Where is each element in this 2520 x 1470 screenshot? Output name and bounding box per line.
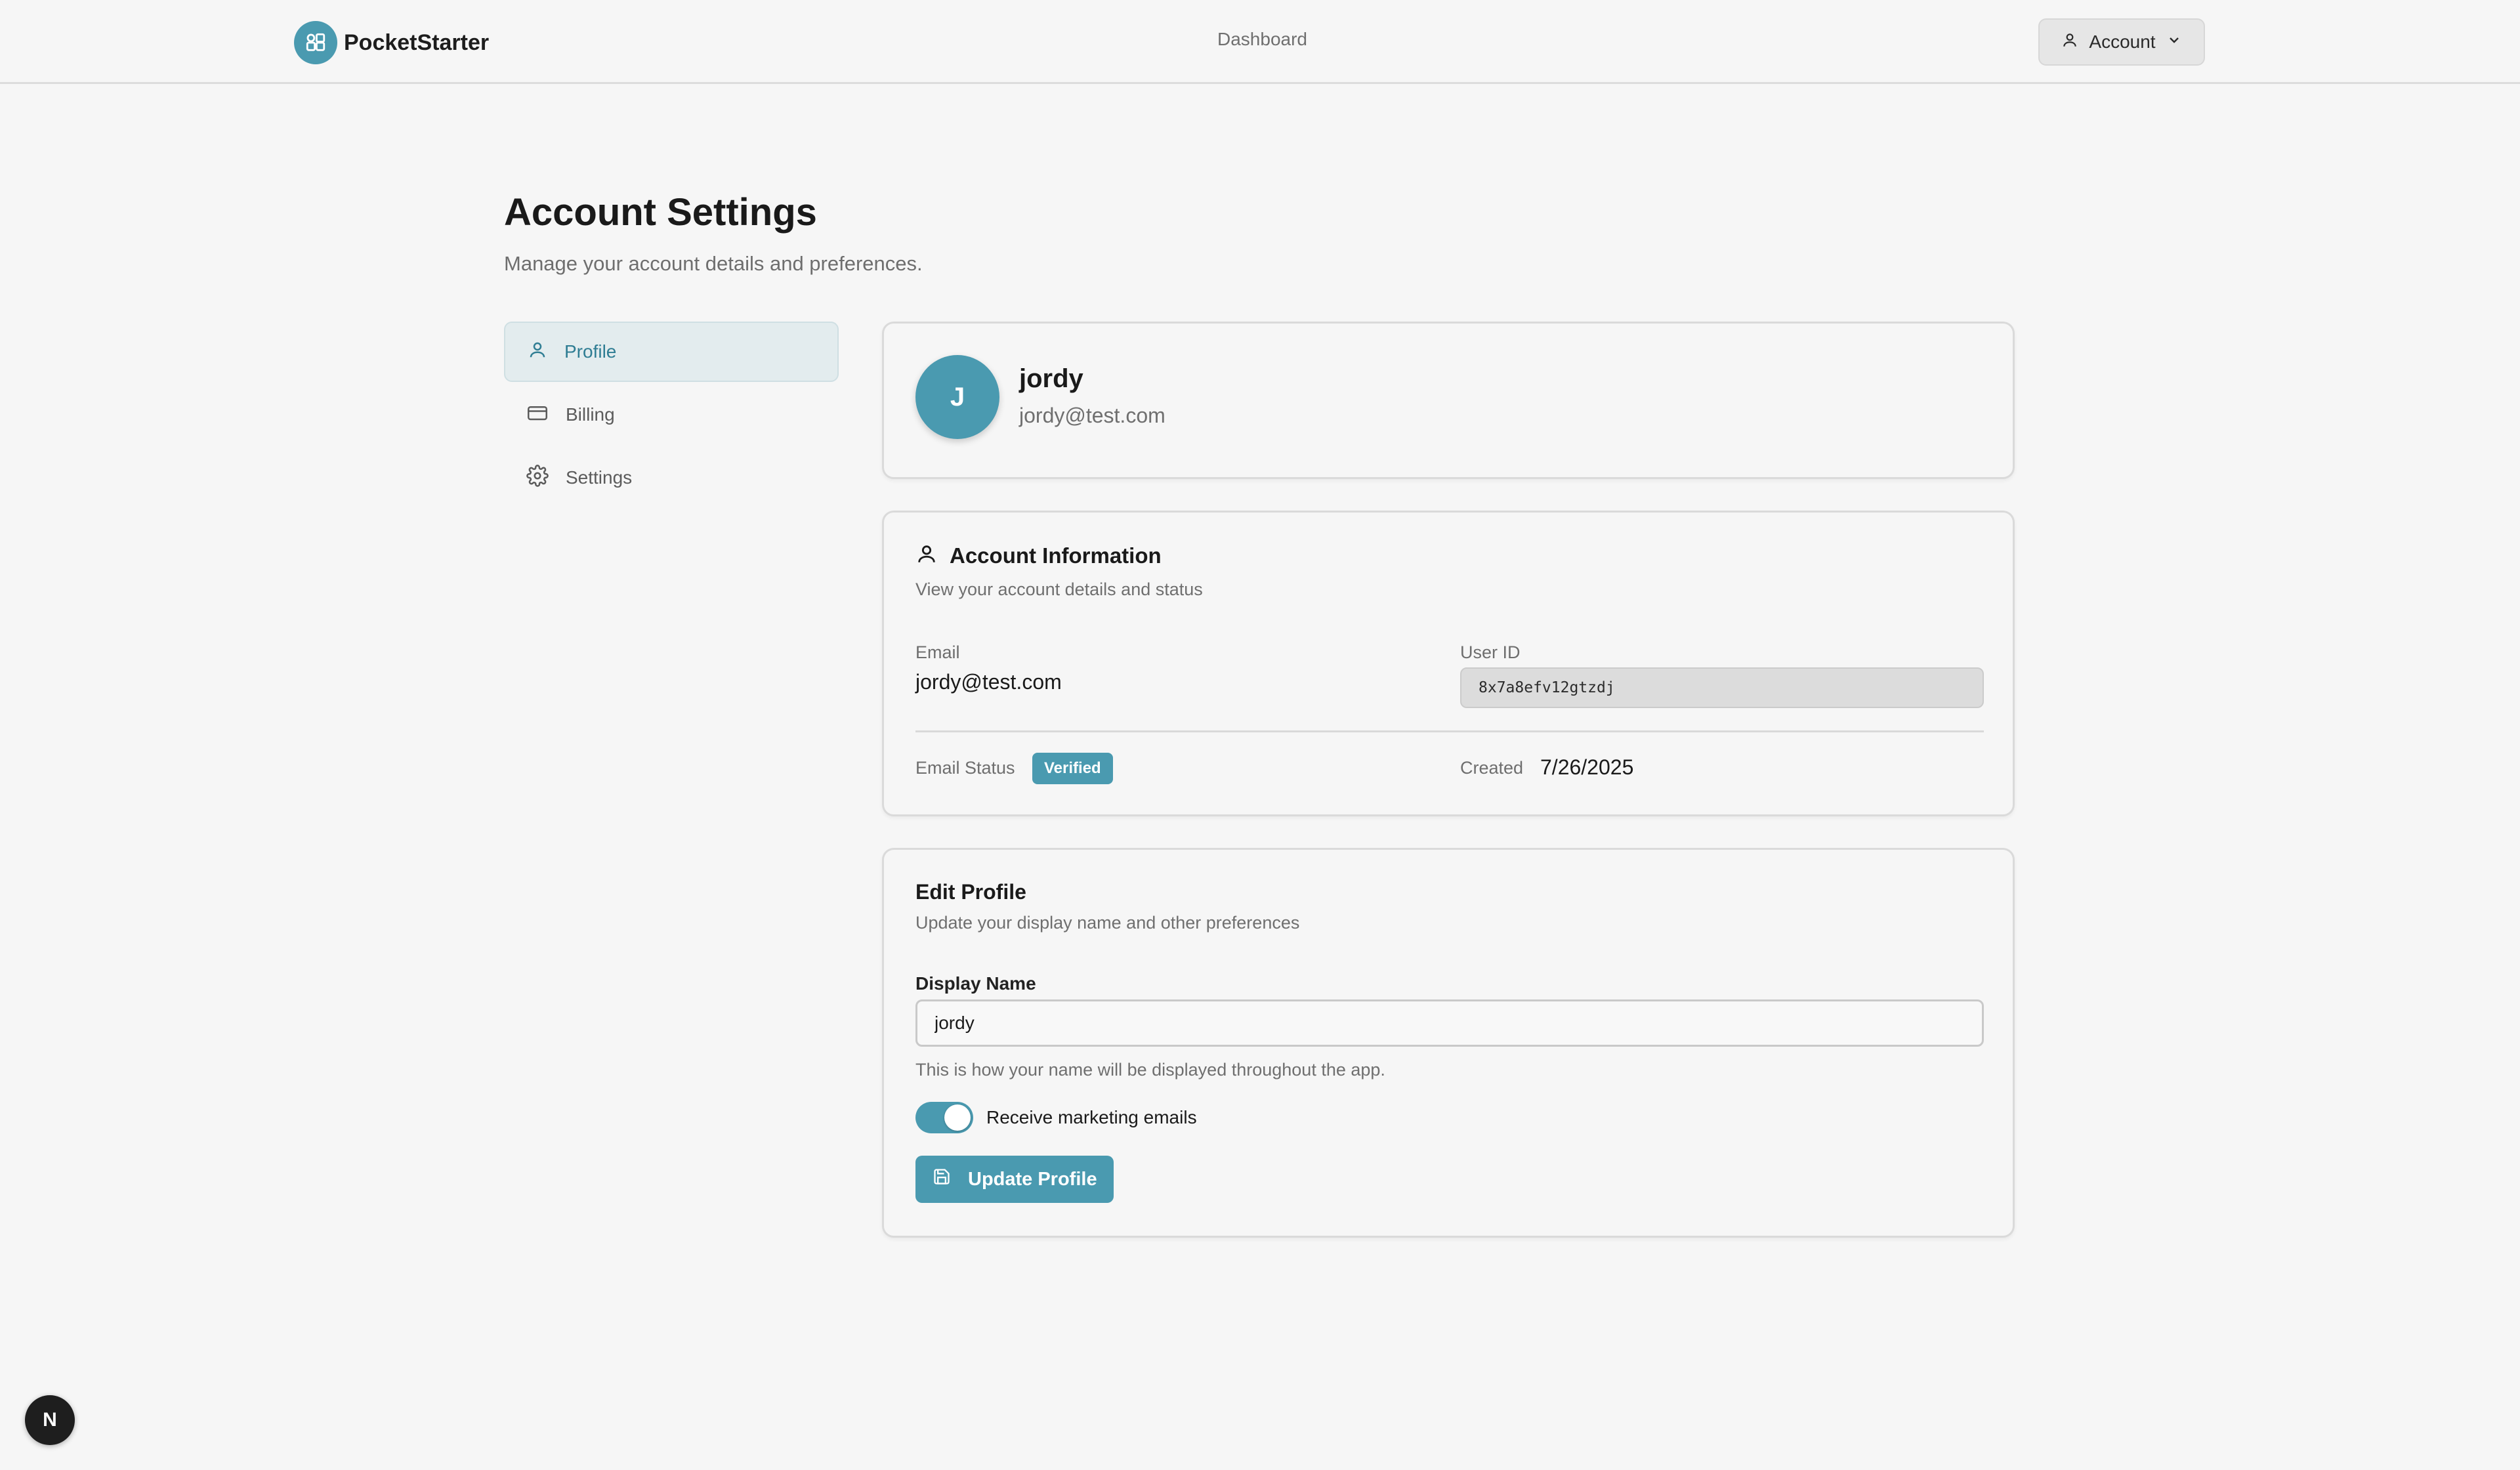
- user-icon: [2061, 32, 2078, 53]
- update-profile-label: Update Profile: [968, 1168, 1097, 1190]
- email-status-label: Email Status: [915, 758, 1015, 778]
- brand-name: PocketStarter: [344, 30, 490, 55]
- email-value: jordy@test.com: [915, 670, 1062, 694]
- sidebar-item-label: Billing: [566, 404, 615, 425]
- section-subtitle: Update your display name and other prefe…: [915, 913, 1300, 933]
- update-profile-button[interactable]: Update Profile: [915, 1156, 1114, 1203]
- marketing-emails-label: Receive marketing emails: [986, 1107, 1197, 1127]
- profile-card: J jordy jordy@test.com: [882, 322, 2015, 479]
- page-subtitle: Manage your account details and preferen…: [504, 252, 923, 275]
- nav-link-dashboard[interactable]: Dashboard: [1217, 29, 1307, 50]
- chevron-down-icon: [2166, 32, 2182, 52]
- sidebar-item-profile[interactable]: Profile: [504, 322, 839, 382]
- created-value: 7/26/2025: [1540, 755, 1634, 779]
- user-id-label: User ID: [1460, 642, 1521, 662]
- sidebar-item-settings[interactable]: Settings: [504, 448, 839, 508]
- user-icon: [528, 340, 547, 364]
- verified-badge: Verified: [1032, 753, 1113, 784]
- display-name-label: Display Name: [915, 973, 1036, 994]
- logo-icon: [294, 21, 337, 64]
- sidebar-item-label: Settings: [566, 467, 633, 488]
- user-id-field[interactable]: 8x7a8efv12gtzdj: [1460, 667, 1984, 708]
- section-header: Account Information: [915, 543, 1162, 568]
- next-dev-badge[interactable]: N: [25, 1395, 75, 1445]
- credit-card-icon: [526, 403, 549, 427]
- email-label: Email: [915, 642, 960, 662]
- marketing-emails-toggle[interactable]: [915, 1102, 973, 1133]
- gear-icon: [526, 464, 549, 492]
- section-title: Edit Profile: [915, 880, 1026, 904]
- brand-logo[interactable]: PocketStarter: [294, 21, 489, 64]
- edit-profile-card: Edit Profile Update your display name an…: [882, 848, 2015, 1238]
- display-name-hint: This is how your name will be displayed …: [915, 1060, 1385, 1080]
- section-title: Account Information: [950, 543, 1162, 568]
- account-label: Account: [2089, 32, 2156, 52]
- account-information-card: Account Information View your account de…: [882, 511, 2015, 816]
- top-navbar: PocketStarter Dashboard Account: [0, 0, 2520, 84]
- profile-email: jordy@test.com: [1019, 404, 1166, 427]
- sidebar-item-billing[interactable]: Billing: [504, 385, 839, 445]
- account-menu-button[interactable]: Account: [2038, 18, 2205, 66]
- page-title: Account Settings: [504, 191, 817, 234]
- created-label: Created: [1460, 758, 1524, 778]
- settings-sidebar: Profile Billing Settings: [504, 322, 839, 511]
- divider: [915, 730, 1984, 732]
- toggle-knob: [944, 1104, 971, 1131]
- avatar: J: [915, 355, 999, 439]
- sidebar-item-label: Profile: [564, 341, 617, 362]
- section-subtitle: View your account details and status: [915, 579, 1203, 599]
- user-icon: [915, 543, 938, 568]
- profile-name: jordy: [1019, 364, 1083, 393]
- display-name-input[interactable]: [915, 999, 1984, 1047]
- save-icon: [933, 1167, 951, 1191]
